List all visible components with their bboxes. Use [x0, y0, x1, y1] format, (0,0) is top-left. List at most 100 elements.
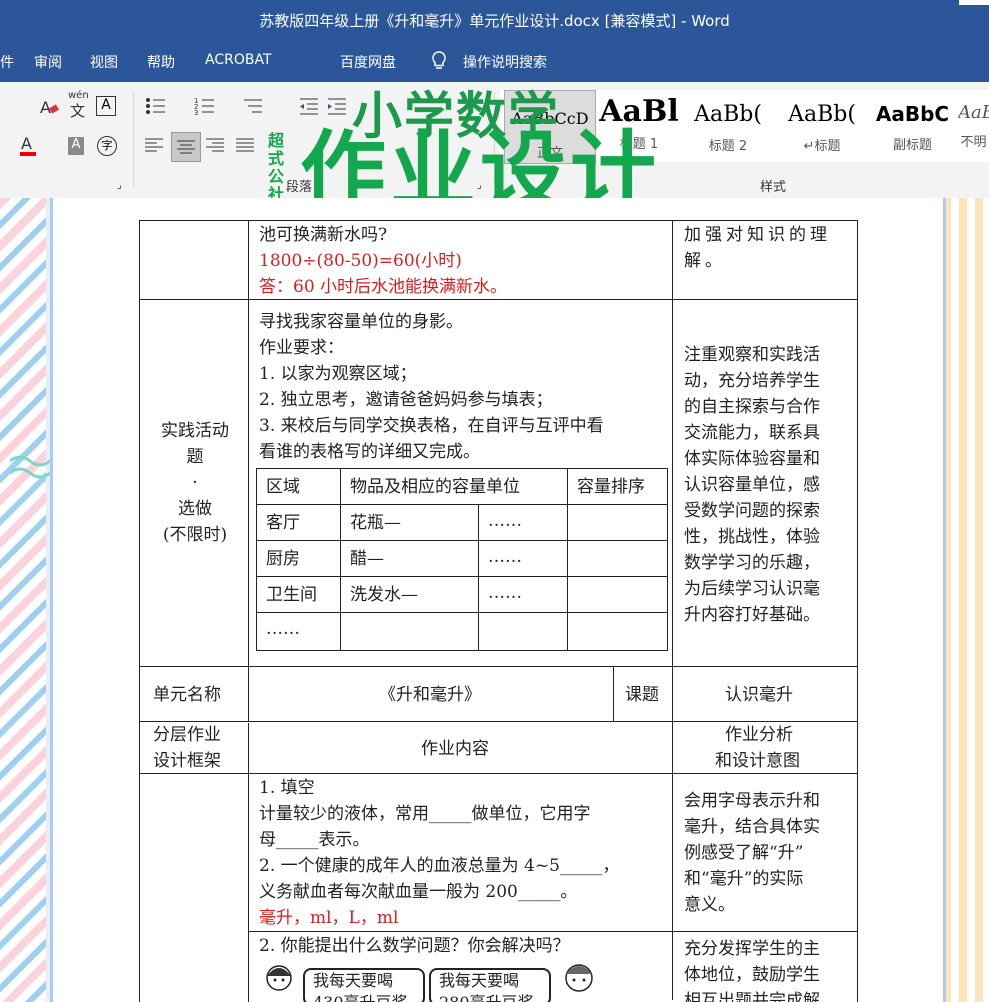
lightbulb-icon: [430, 50, 448, 76]
row2-line5: 3. 来校后与同学交换表格，在自评与互评中看: [259, 416, 604, 436]
inner-cell: 卫生间: [266, 585, 317, 605]
align-left-icon[interactable]: [144, 137, 166, 159]
row2-line2: 作业要求：: [259, 338, 344, 358]
row3-analysis-4: 和“毫升”的实际: [684, 869, 804, 889]
inner-col-2: [478, 504, 479, 651]
align-center-icon[interactable]: [171, 132, 201, 162]
window-title: 苏教版四年级上册《升和毫升》单元作业设计.docx [兼容模式] - Word: [259, 11, 730, 30]
clear-format-icon[interactable]: A: [38, 96, 60, 118]
inner-row-3: [256, 576, 668, 577]
analysis-header-1: 作业分析: [725, 725, 793, 745]
style-subtitle[interactable]: AaBbC 副标题: [870, 90, 955, 162]
menu-baidu[interactable]: 百度网盘: [340, 52, 396, 72]
row3-analysis-1: 会用字母表示升和: [684, 791, 820, 811]
bullets-icon[interactable]: [145, 96, 167, 118]
col-line-1: [248, 220, 249, 670]
style-subtle[interactable]: AaBl 不明: [958, 90, 989, 162]
inner-cell: ……: [266, 619, 300, 639]
inner-cell: 花瓶—: [350, 513, 401, 533]
font-dialog-launcher-icon[interactable]: ⌟: [117, 180, 122, 191]
menu-acrobat[interactable]: ACROBAT: [205, 52, 272, 68]
row1-line2: 1800÷(80-50)=60(小时): [259, 251, 462, 271]
content-header: 作业内容: [421, 739, 489, 759]
multilevel-list-icon[interactable]: [242, 96, 264, 118]
inner-col-3: [567, 468, 568, 651]
watermark-stamp: 超式公社: [268, 131, 285, 204]
row2-analysis-9: 数学学习的乐趣，: [684, 553, 820, 573]
row2-analysis-2: 动，充分培养学生: [684, 371, 820, 391]
row-line-5: [248, 931, 672, 932]
justify-icon[interactable]: [235, 137, 257, 159]
right-decoration: [943, 198, 989, 1002]
row2-analysis-6: 认识容量单位，感: [684, 475, 820, 495]
row3-line4: 2. 一个健康的成年人的血液总量为 4~5_____，: [259, 856, 620, 876]
left-decoration: [0, 198, 46, 1002]
row3-line1: 1. 填空: [259, 778, 315, 798]
row1-analysis: 加强对知识的理解。: [684, 225, 831, 271]
col-line-1b: [248, 723, 249, 1002]
increase-indent-icon[interactable]: [326, 96, 348, 118]
row2-label-4: 选做: [178, 499, 212, 519]
row2-line1: 寻找我家容量单位的身影。: [259, 312, 463, 332]
style-heading2[interactable]: AaBb( 标题 2: [684, 90, 772, 162]
row2-line3: 1. 以家为观察区域；: [259, 364, 417, 384]
row2-line6: 看谁的表格写的详细又完成。: [259, 442, 480, 462]
group-separator: [133, 92, 134, 187]
numbering-icon[interactable]: 123: [194, 96, 216, 118]
row-line-5b: [672, 931, 858, 932]
row-line-2: [139, 666, 858, 667]
style-title[interactable]: AaBb( ↵标题: [778, 90, 866, 162]
styles-group-label: 样式: [760, 180, 787, 195]
char-border-icon[interactable]: A: [96, 96, 116, 116]
svg-text:A: A: [21, 134, 32, 153]
window-control[interactable]: [959, 0, 989, 5]
row2-analysis-1: 注重观察和实践活: [684, 345, 820, 365]
document-page[interactable]: 池可换满新水吗? 1800÷(80-50)=60(小时) 答：60 小时后水池能…: [50, 198, 946, 1002]
col-line-topic: [613, 666, 614, 721]
analysis-header-2: 和设计意图: [715, 751, 800, 771]
row3-line2: 计量较少的液体，常用_____做单位，它用字: [259, 804, 591, 824]
topic-value: 认识毫升: [725, 685, 793, 705]
inner-header-items: 物品及相应的容量单位: [350, 477, 520, 497]
svg-text:A: A: [40, 98, 51, 117]
document-area: 池可换满新水吗? 1800÷(80-50)=60(小时) 答：60 小时后水池能…: [0, 198, 989, 1002]
speech-bubble-1: 我每天要喝 430毫升豆浆: [303, 968, 425, 1002]
row2-analysis-11: 升内容打好基础。: [684, 605, 820, 625]
row3-line5: 义务献血者每次献血量一般为 200_____。: [259, 882, 578, 902]
decrease-indent-icon[interactable]: [298, 96, 320, 118]
menu-review[interactable]: 审阅: [34, 52, 62, 72]
enclose-char-icon[interactable]: 字: [97, 136, 117, 156]
row2-label-3: ·: [192, 473, 198, 493]
girl-illustration-icon: [259, 960, 299, 1002]
inner-row-4: [256, 612, 668, 613]
col-line-unit: [248, 666, 249, 721]
row1-line3: 答：60 小时后水池能换满新水。: [259, 277, 508, 297]
char-shading-icon[interactable]: A: [68, 137, 84, 155]
tell-me-search[interactable]: 操作说明搜索: [463, 52, 547, 72]
inner-row-1: [256, 504, 668, 505]
align-right-icon[interactable]: [205, 137, 227, 159]
menu-help[interactable]: 帮助: [147, 52, 175, 72]
inner-row-2: [256, 540, 668, 541]
topic-label: 课题: [625, 685, 659, 705]
inner-header-order: 容量排序: [577, 477, 645, 497]
row4-analysis-2: 体地位，鼓励学生: [684, 965, 820, 985]
inner-header-area: 区域: [266, 477, 300, 497]
unit-name-value: 《升和毫升》: [379, 685, 481, 705]
row4-analysis-3: 相互出题并完成解: [684, 991, 820, 1002]
menu-view[interactable]: 视图: [90, 52, 118, 72]
framework-label-1: 分层作业: [153, 725, 221, 745]
row2-analysis-3: 的自主探索与合作: [684, 397, 820, 417]
framework-label-2: 设计框架: [153, 751, 221, 771]
inner-cell: 洗发水—: [350, 585, 418, 605]
menu-file-partial[interactable]: 件: [0, 52, 14, 72]
speech-bubble-2: 我每天要喝 280毫升豆浆: [429, 968, 551, 1002]
row2-label-5: (不限时): [162, 525, 228, 545]
unit-name-label: 单元名称: [153, 685, 221, 705]
row2-label-2: 题: [186, 447, 204, 467]
col-line-2: [672, 220, 673, 1000]
font-color-icon[interactable]: A: [18, 134, 40, 156]
svg-text:3: 3: [194, 109, 198, 116]
inner-cell: ……: [488, 547, 522, 567]
pinyin-guide-icon[interactable]: 文: [70, 100, 85, 121]
